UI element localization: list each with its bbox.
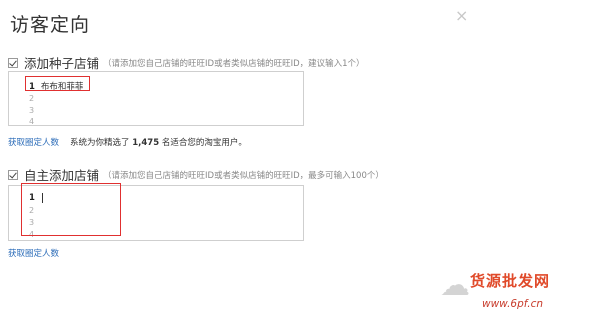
- custom-shop-label: 自主添加店铺: [24, 168, 100, 183]
- result-count: 1,475: [132, 138, 160, 148]
- fetch-count-link-1[interactable]: 获取圈定人数: [8, 136, 59, 148]
- watermark-text: 货源批发网: [470, 272, 551, 290]
- watermark-url: www.6pf.cn: [482, 298, 544, 310]
- fetch-count-link-2[interactable]: 获取圈定人数: [8, 247, 59, 259]
- highlight-box: [25, 76, 90, 91]
- line-3: 3: [29, 106, 35, 115]
- custom-shop-hint: （请添加您自己店铺的旺旺ID或者类似店铺的旺旺ID，最多可输入100个）: [103, 170, 384, 181]
- line-4: 4: [29, 117, 35, 126]
- seed-shop-label: 添加种子店铺: [24, 56, 100, 71]
- highlight-box: [21, 183, 121, 236]
- section-seed-shop-header: 添加种子店铺 （请添加您自己店铺的旺旺ID或者类似店铺的旺旺ID，建议输入1个）: [8, 53, 365, 72]
- custom-shop-checkbox[interactable]: [8, 169, 18, 180]
- close-icon[interactable]: ×: [455, 8, 468, 24]
- watermark-logo-icon: ☁: [440, 268, 470, 303]
- seed-shop-hint: （请添加您自己店铺的旺旺ID或者类似店铺的旺旺ID，建议输入1个）: [103, 58, 365, 69]
- section-custom-shop-header: 自主添加店铺 （请添加您自己店铺的旺旺ID或者类似店铺的旺旺ID，最多可输入10…: [8, 165, 384, 184]
- dialog-title: 访客定向: [10, 14, 91, 36]
- result-text: 系统为你精选了 1,475 名适合您的淘宝用户。: [70, 138, 247, 148]
- line-2: 2: [29, 94, 35, 103]
- seed-shop-checkbox[interactable]: [8, 57, 18, 68]
